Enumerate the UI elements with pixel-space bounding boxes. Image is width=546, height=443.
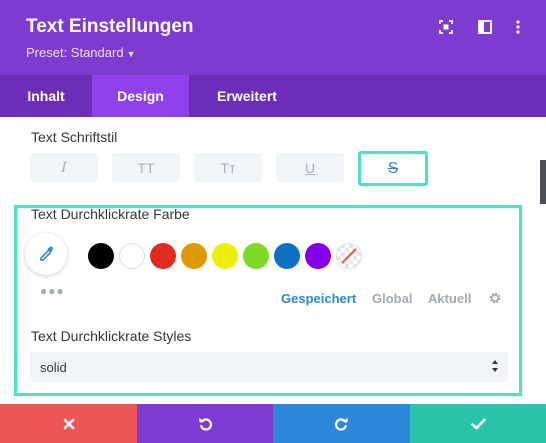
sidebar-toggle-icon[interactable] bbox=[476, 18, 494, 36]
undo-icon bbox=[198, 417, 212, 431]
color-tab-aktuell[interactable]: Aktuell bbox=[428, 291, 471, 306]
color-picker-button[interactable] bbox=[25, 233, 67, 275]
color-swatch[interactable] bbox=[274, 243, 300, 269]
modal-footer bbox=[0, 404, 546, 443]
font-style-label: Text Schriftstil bbox=[31, 129, 118, 145]
uppercase-icon: TT bbox=[137, 159, 155, 176]
styles-label: Text Durchklickrate Styles bbox=[31, 328, 192, 344]
select-value: solid bbox=[40, 360, 67, 375]
color-swatch[interactable] bbox=[243, 243, 269, 269]
swatch-no-color[interactable] bbox=[336, 243, 362, 269]
italic-icon: I bbox=[61, 159, 67, 176]
capitalize-button[interactable]: Tт bbox=[194, 153, 262, 182]
caret-down-icon: ▼ bbox=[126, 49, 136, 59]
strikethrough-icon: S bbox=[387, 159, 399, 177]
color-swatch[interactable] bbox=[88, 243, 114, 269]
color-swatch[interactable] bbox=[212, 243, 238, 269]
color-tab-global[interactable]: Global bbox=[372, 291, 412, 306]
undo-button[interactable] bbox=[137, 404, 273, 443]
color-swatch[interactable] bbox=[119, 243, 145, 269]
redo-icon bbox=[334, 417, 348, 431]
modal-title: Text Einstellungen bbox=[26, 16, 194, 37]
color-swatch[interactable] bbox=[305, 243, 331, 269]
preset-dropdown[interactable]: Preset: Standard ▼ bbox=[26, 45, 135, 60]
gear-icon[interactable] bbox=[488, 291, 502, 310]
italic-button[interactable]: I bbox=[30, 153, 98, 182]
checkmark-icon bbox=[470, 418, 486, 429]
fullscreen-icon[interactable] bbox=[437, 18, 455, 36]
preset-label: Preset: Standard bbox=[26, 45, 124, 60]
more-vertical-icon[interactable] bbox=[509, 18, 527, 36]
tab-erweitert[interactable]: Erweitert bbox=[189, 75, 305, 117]
redo-button[interactable] bbox=[273, 404, 410, 443]
color-swatch[interactable] bbox=[150, 243, 176, 269]
tab-design[interactable]: Design bbox=[92, 75, 189, 117]
cancel-button[interactable] bbox=[0, 404, 137, 443]
capitalize-icon: Tт bbox=[220, 159, 236, 176]
color-tab-gespeichert[interactable]: Gespeichert bbox=[281, 291, 356, 306]
save-button[interactable] bbox=[410, 404, 546, 443]
color-label: Text Durchklickrate Farbe bbox=[31, 206, 190, 222]
eyedropper-icon bbox=[40, 246, 53, 261]
select-arrows-icon bbox=[492, 360, 498, 372]
uppercase-button[interactable]: TT bbox=[112, 153, 180, 182]
scrollbar-thumb[interactable] bbox=[540, 160, 546, 204]
underline-button[interactable]: U bbox=[276, 153, 344, 182]
color-swatch[interactable] bbox=[181, 243, 207, 269]
close-icon bbox=[63, 418, 74, 429]
more-swatches-icon[interactable]: ●●● bbox=[40, 284, 65, 298]
settings-tabs: Inhalt Design Erweitert bbox=[0, 75, 546, 117]
tab-inhalt[interactable]: Inhalt bbox=[0, 75, 92, 117]
border-style-select[interactable]: solid bbox=[30, 352, 508, 382]
modal-header: Text Einstellungen Preset: Standard ▼ bbox=[0, 0, 546, 75]
underline-icon: U bbox=[304, 159, 316, 176]
strikethrough-button[interactable]: S bbox=[358, 151, 428, 186]
